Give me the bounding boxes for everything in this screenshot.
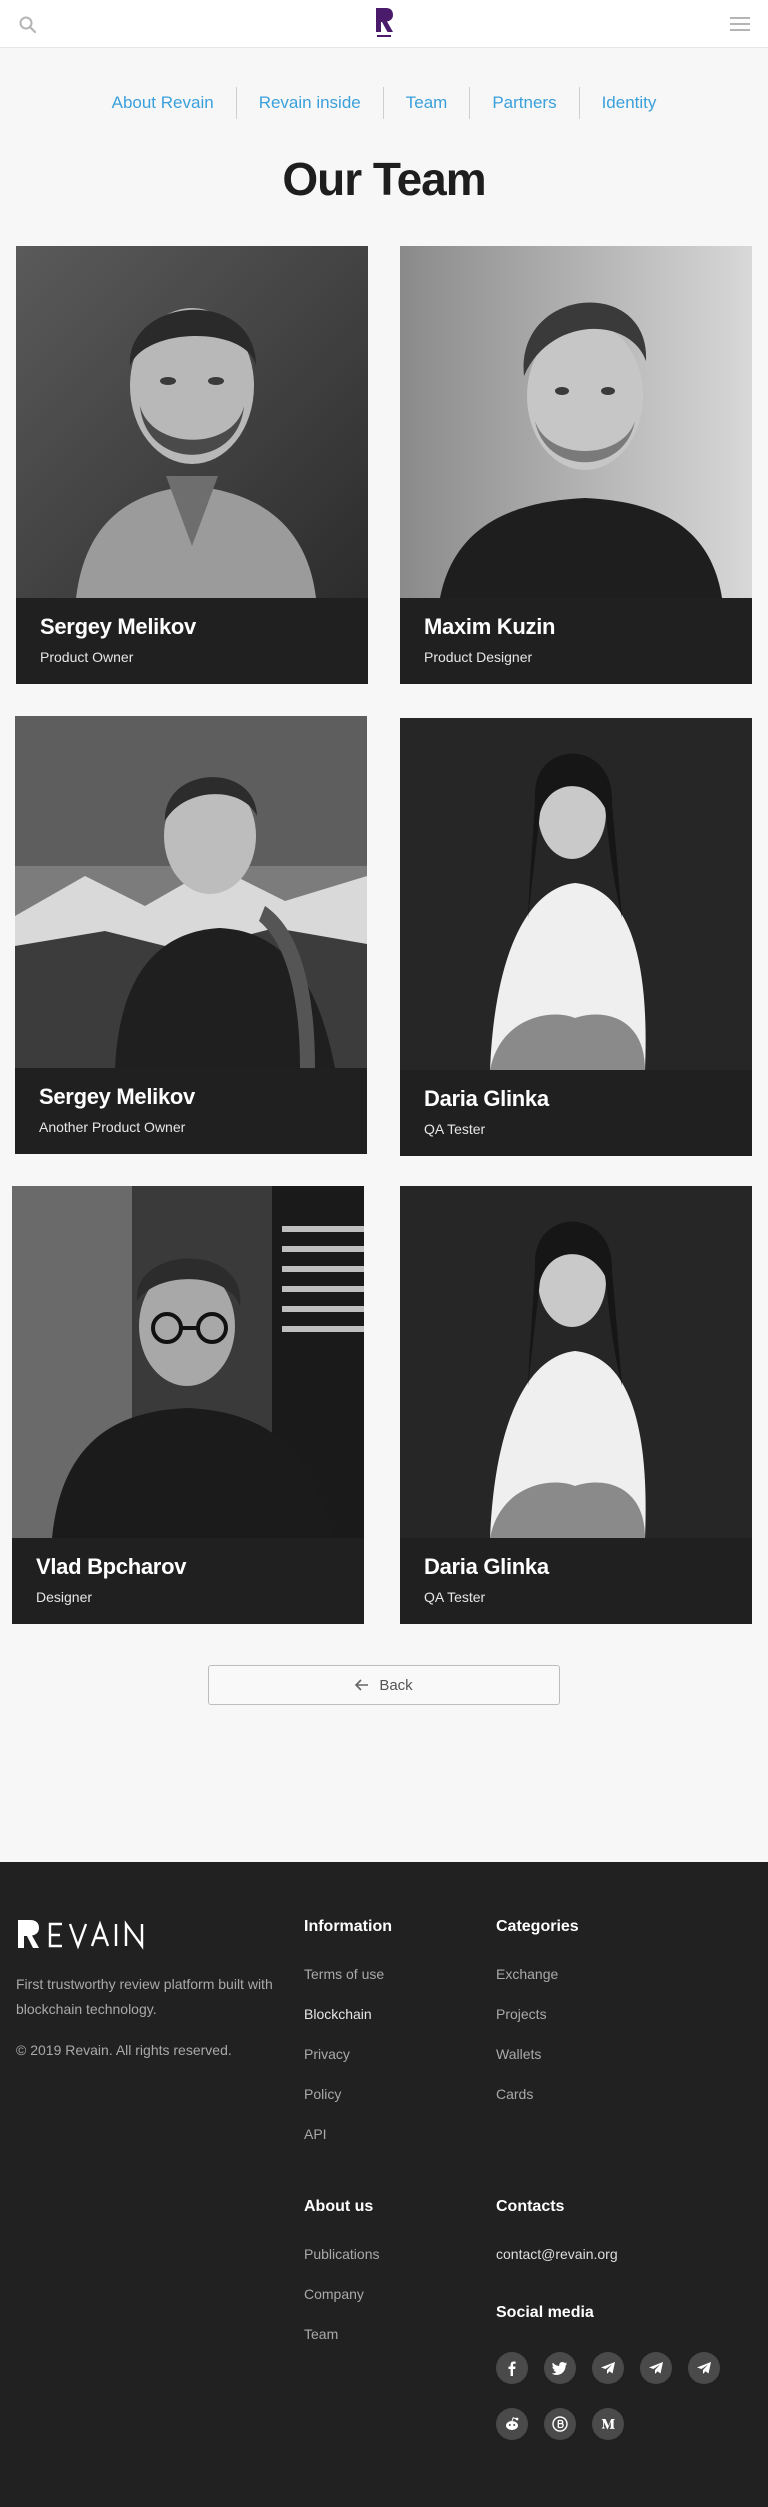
member-name: Sergey Melikov: [40, 614, 196, 639]
section-nav: About Revain Revain inside Team Partners…: [0, 86, 768, 120]
team-card[interactable]: Daria Glinka QA Tester: [400, 1186, 752, 1624]
nav-identity[interactable]: Identity: [578, 87, 679, 119]
contact-email[interactable]: contact@revain.org: [496, 2246, 618, 2262]
team-card[interactable]: Sergey Melikov Product Owner: [16, 246, 368, 684]
member-role: Product Owner: [40, 649, 134, 665]
team-card[interactable]: Vlad Bpcharov Designer: [12, 1186, 364, 1624]
nav-about-revain[interactable]: About Revain: [90, 87, 236, 119]
back-button[interactable]: Back: [208, 1665, 560, 1705]
footer-link[interactable]: Publications: [304, 2246, 380, 2286]
top-bar: [0, 0, 768, 48]
member-photo: [400, 718, 752, 1070]
search-icon[interactable]: [18, 15, 38, 35]
member-photo: [400, 246, 752, 598]
medium-icon[interactable]: [592, 2408, 624, 2440]
member-role: QA Tester: [424, 1589, 486, 1605]
footer-link[interactable]: Team: [304, 2326, 380, 2366]
team-card[interactable]: Sergey Melikov Another Product Owner: [15, 716, 367, 1154]
member-photo: [15, 716, 367, 1068]
footer-link[interactable]: Policy: [304, 2086, 384, 2126]
site-footer: First trustworthy review platform built …: [0, 1862, 768, 2507]
footer-link[interactable]: Company: [304, 2286, 380, 2326]
telegram-icon[interactable]: [640, 2352, 672, 2384]
telegram-icon[interactable]: [688, 2352, 720, 2384]
member-name: Maxim Kuzin: [424, 614, 556, 639]
footer-information-title: Information: [304, 1918, 392, 1935]
member-role: QA Tester: [424, 1121, 486, 1137]
page-title: Our Team: [282, 153, 486, 205]
footer-link[interactable]: API: [304, 2126, 384, 2166]
member-name: Daria Glinka: [424, 1554, 549, 1579]
footer-link[interactable]: Projects: [496, 2006, 558, 2046]
telegram-icon[interactable]: [592, 2352, 624, 2384]
nav-partners[interactable]: Partners: [469, 87, 578, 119]
member-name: Vlad Bpcharov: [36, 1554, 187, 1579]
twitter-icon[interactable]: [544, 2352, 576, 2384]
nav-revain-inside[interactable]: Revain inside: [235, 87, 383, 119]
team-card[interactable]: Maxim Kuzin Product Designer: [400, 246, 752, 684]
footer-copyright: © 2019 Revain. All rights reserved.: [16, 2042, 232, 2058]
bitcoin-icon[interactable]: [544, 2408, 576, 2440]
nav-team[interactable]: Team: [382, 87, 470, 119]
footer-categories-title: Categories: [496, 1918, 579, 1935]
footer-contacts-title: Contacts: [496, 2198, 565, 2215]
footer-categories-links: Exchange Projects Wallets Cards: [496, 1966, 558, 2126]
footer-information-links: Terms of use Blockchain Privacy Policy A…: [304, 1966, 384, 2166]
revain-wordmark-logo[interactable]: [16, 1918, 162, 1950]
footer-social-title: Social media: [496, 2304, 594, 2321]
member-photo: [400, 1186, 752, 1538]
team-card[interactable]: Daria Glinka QA Tester: [400, 718, 752, 1156]
facebook-icon[interactable]: [496, 2352, 528, 2384]
member-role: Designer: [36, 1589, 93, 1605]
member-role: Product Designer: [424, 649, 533, 665]
footer-link[interactable]: Terms of use: [304, 1966, 384, 2006]
revain-logo-icon[interactable]: [372, 6, 396, 40]
arrow-left-icon: [355, 1679, 369, 1691]
member-photo: [16, 246, 368, 598]
footer-link[interactable]: Exchange: [496, 1966, 558, 2006]
member-role: Another Product Owner: [39, 1119, 186, 1135]
footer-about-title: About us: [304, 2198, 374, 2215]
footer-tagline: First trustworthy review platform built …: [16, 1976, 273, 2017]
footer-link[interactable]: Privacy: [304, 2046, 384, 2086]
member-name: Daria Glinka: [424, 1086, 549, 1111]
reddit-icon[interactable]: [496, 2408, 528, 2440]
back-label: Back: [379, 1676, 413, 1694]
member-name: Sergey Melikov: [39, 1084, 195, 1109]
member-photo: [12, 1186, 364, 1538]
footer-link[interactable]: Blockchain: [304, 2006, 384, 2046]
footer-about-links: Publications Company Team: [304, 2246, 380, 2366]
footer-link[interactable]: Cards: [496, 2086, 558, 2126]
footer-link[interactable]: Wallets: [496, 2046, 558, 2086]
hamburger-menu-icon[interactable]: [730, 15, 750, 33]
